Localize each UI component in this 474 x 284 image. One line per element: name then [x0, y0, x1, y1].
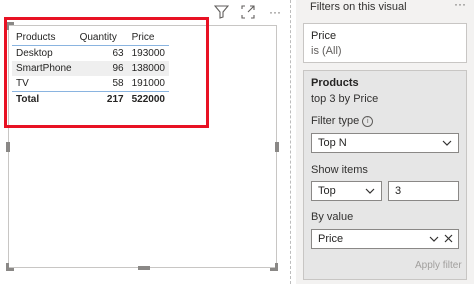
filter-type-value: Top N	[318, 137, 347, 149]
filters-pane: Filters on this visual ··· Price is (All…	[296, 0, 474, 284]
pane-divider	[290, 0, 291, 284]
filter-card-price[interactable]: Price is (All)	[303, 23, 467, 63]
chevron-down-icon	[442, 140, 452, 146]
resize-handle-bottom[interactable]	[138, 266, 150, 270]
resize-handle-bottom-right[interactable]	[270, 263, 278, 271]
resize-handle-left[interactable]	[6, 142, 10, 152]
info-icon[interactable]: i	[362, 116, 374, 127]
chevron-down-icon[interactable]	[429, 235, 439, 243]
filter-card-products: Products top 3 by Price Filter type i Top…	[303, 70, 467, 280]
filters-more-icon[interactable]: ···	[454, 0, 466, 11]
more-options-icon[interactable]: ···	[266, 4, 284, 20]
filter-card-products-summary: top 3 by Price	[311, 93, 379, 105]
show-items-label: Show items	[311, 164, 368, 176]
show-items-direction-value: Top	[318, 185, 336, 197]
filter-card-price-state: is (All)	[311, 45, 342, 57]
show-items-direction-dropdown[interactable]: Top	[311, 181, 382, 201]
filter-card-products-field: Products	[311, 77, 359, 89]
highlight-box	[4, 17, 209, 128]
by-value-field-well[interactable]: Price	[311, 229, 459, 249]
by-value-label: By value	[311, 211, 354, 223]
resize-handle-bottom-left[interactable]	[6, 263, 14, 271]
filters-pane-title: Filters on this visual	[310, 1, 407, 13]
filter-type-label: Filter type i	[311, 115, 374, 127]
report-canvas: ··· Products Quantity Price Desktop 63 1…	[0, 0, 290, 284]
resize-handle-right[interactable]	[275, 142, 279, 152]
visual-header: ···	[212, 4, 284, 20]
filter-card-price-field: Price	[311, 30, 337, 42]
apply-filter-button[interactable]: Apply filter	[415, 260, 462, 271]
filter-type-dropdown[interactable]: Top N	[311, 133, 459, 153]
filter-type-label-text: Filter type	[311, 115, 360, 127]
by-value-field: Price	[318, 233, 344, 245]
remove-field-icon[interactable]	[444, 234, 453, 243]
filter-icon[interactable]	[212, 4, 230, 20]
focus-mode-icon[interactable]	[239, 4, 257, 20]
show-items-count-input[interactable]: 3	[388, 181, 459, 201]
chevron-down-icon	[365, 188, 375, 194]
